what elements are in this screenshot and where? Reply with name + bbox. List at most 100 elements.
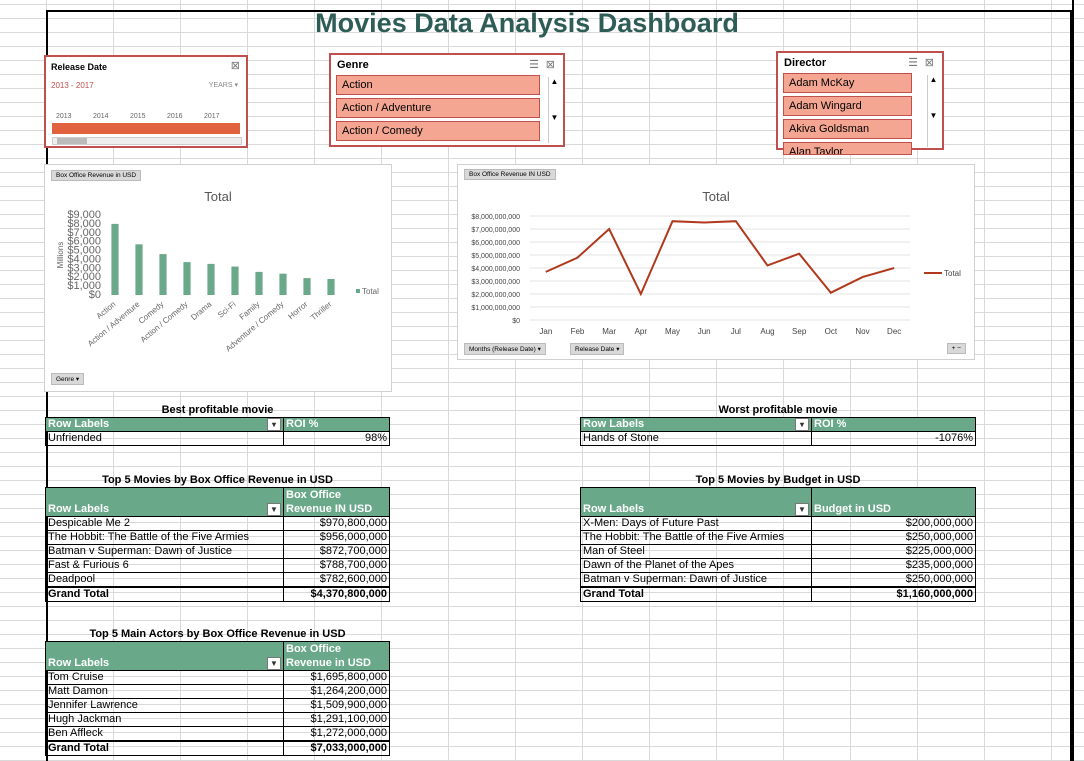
x-tick-label: Drama	[189, 299, 214, 322]
table-row[interactable]: X-Men: Days of Future Past $200,000,000	[580, 516, 976, 531]
y-tick-label: $2,000,000,000	[471, 292, 520, 299]
x-tick-label: Thriller	[309, 299, 334, 322]
y-tick-label: $3,000,000,000	[471, 279, 520, 286]
sort-icon[interactable]: ▾	[267, 418, 281, 431]
cell: $956,000,000	[283, 530, 390, 545]
col-header: ROI %	[283, 417, 390, 432]
time-level-dropdown[interactable]: YEARS ▾	[209, 81, 238, 89]
genre-item[interactable]: Action	[336, 75, 540, 95]
bar	[159, 254, 167, 295]
director-slicer[interactable]: Director ☰ ⊠ Adam McKay Adam Wingard Aki…	[776, 51, 944, 155]
director-item[interactable]: Adam McKay	[783, 73, 912, 93]
table-row[interactable]: Matt Damon $1,264,200,000	[45, 684, 390, 699]
x-tick-label: Dec	[887, 327, 901, 336]
table-row[interactable]: Man of Steel $225,000,000	[580, 544, 976, 559]
genre-item[interactable]: Action / Comedy	[336, 121, 540, 141]
genre-item[interactable]: Action / Adventure	[336, 98, 540, 118]
cell: X-Men: Days of Future Past	[580, 516, 812, 531]
timeline-years: 2013 2014 2015 2016 2017	[56, 113, 236, 123]
timeline-bar[interactable]	[52, 123, 240, 134]
cell: $1,509,900,000	[283, 698, 390, 713]
x-tick-label: Apr	[635, 327, 648, 336]
worst-movie-pivot[interactable]: Row Labels ▾ ROI % Hands of Stone -1076%	[580, 417, 976, 446]
timeline-year[interactable]: 2017	[204, 113, 220, 120]
top-budget-pivot[interactable]: Row Labels ▼ Budget in USD X-Men: Days of …	[580, 487, 976, 602]
cell: Matt Damon	[45, 684, 284, 699]
line-chart-plot: $8,000,000,000 $7,000,000,000 $6,000,000,0…	[471, 214, 961, 336]
bar	[207, 263, 215, 295]
clear-filter-icon[interactable]: ⊠	[546, 58, 555, 71]
y-tick-label: $4,000,000,000	[471, 266, 520, 273]
table-row[interactable]: Deadpool $782,600,000	[45, 572, 390, 588]
timeline-year[interactable]: 2013	[56, 113, 72, 120]
dashboard-title: Movies Data Analysis Dashboard	[315, 8, 739, 38]
cell: $1,291,100,000	[283, 712, 390, 727]
cell: The Hobbit: The Battle of the Five Armie…	[580, 530, 812, 545]
clear-filter-icon[interactable]: ⊠	[231, 59, 240, 72]
x-tick-label: Sep	[792, 327, 807, 336]
top-budget-title: Top 5 Movies by Budget in USD	[695, 474, 861, 486]
sort-icon[interactable]: ▾	[795, 418, 809, 431]
top-actors-pivot[interactable]: Row Labels ▼ Box Office Revenue in USD Tom …	[45, 641, 390, 756]
col-header: Row Labels	[583, 418, 645, 430]
filter-icon[interactable]: ▼	[795, 503, 809, 516]
series-line	[545, 220, 895, 297]
cell: $872,700,000	[283, 544, 390, 559]
release-date-slicer[interactable]: Release Date ⊠ 2013 - 2017 YEARS ▾ 2013 2…	[44, 55, 248, 148]
cell: 98%	[283, 431, 390, 446]
table-row[interactable]: Fast & Furious 6 $788,700,000	[45, 558, 390, 573]
x-tick-label: Oct	[825, 327, 838, 336]
cell: $1,272,000,000	[283, 726, 390, 742]
cell: The Hobbit: The Battle of the Five Armie…	[45, 530, 284, 545]
table-row[interactable]: Jennifer Lawrence $1,509,900,000	[45, 698, 390, 713]
multi-select-icon[interactable]: ☰	[529, 58, 539, 71]
timeline-year[interactable]: 2014	[93, 113, 109, 120]
table-row[interactable]: Batman v Superman: Dawn of Justice $872,7…	[45, 544, 390, 559]
multi-select-icon[interactable]: ☰	[908, 56, 918, 69]
x-tick-label: Mar	[602, 327, 616, 336]
sheet-border	[1072, 0, 1074, 761]
filter-icon[interactable]: ▼	[267, 657, 281, 670]
release-slicer-header: Release Date	[51, 62, 108, 72]
bar	[327, 279, 335, 295]
col-header: Box Office	[286, 643, 342, 655]
cell: Grand Total	[580, 586, 812, 602]
grand-total-row: Grand Total $7,033,000,000	[45, 740, 390, 756]
monthly-revenue-chart[interactable]: Box Office Revenue IN USD Total Months (…	[457, 164, 975, 360]
clear-filter-icon[interactable]: ⊠	[925, 56, 934, 69]
table-row[interactable]: The Hobbit: The Battle of the Five Armie…	[45, 530, 390, 545]
cell: $1,264,200,000	[283, 684, 390, 699]
y-tick-label: $8,000,000,000	[471, 214, 520, 221]
director-scrollbar[interactable]: ▲ ▼	[927, 75, 939, 147]
table-row[interactable]: The Hobbit: The Battle of the Five Armie…	[580, 530, 976, 545]
filter-icon[interactable]: ▼	[267, 503, 281, 516]
cell: Grand Total	[45, 740, 284, 756]
y-tick-label: $0	[89, 289, 101, 301]
director-item[interactable]: Alan Taylor	[783, 142, 912, 155]
top-actors-title: Top 5 Main Actors by Box Office Revenue …	[89, 628, 346, 640]
table-row[interactable]: Ben Affleck $1,272,000,000	[45, 726, 390, 742]
table-row[interactable]: Hugh Jackman $1,291,100,000	[45, 712, 390, 727]
top-revenue-pivot[interactable]: Row Labels ▼ Box Office Revenue IN USD Desp…	[45, 487, 390, 602]
director-item[interactable]: Adam Wingard	[783, 96, 912, 116]
timeline-year[interactable]: 2015	[130, 113, 146, 120]
legend-label: Total	[362, 287, 379, 296]
legend-swatch	[356, 289, 360, 293]
best-movie-pivot[interactable]: Row Labels ▾ ROI % Unfriended 98%	[45, 417, 390, 446]
genre-slicer[interactable]: Genre ☰ ⊠ Action Action / Adventure Acti…	[329, 53, 565, 147]
timeline-year[interactable]: 2016	[167, 113, 183, 120]
cell: $200,000,000	[811, 516, 976, 531]
genre-revenue-chart[interactable]: Box Office Revenue in USD Total Genre ▾ …	[44, 164, 392, 392]
y-tick-label: $6,000,000,000	[471, 240, 520, 247]
table-row[interactable]: Tom Cruise $1,695,800,000	[45, 670, 390, 685]
timeline-scrollbar[interactable]	[52, 137, 242, 145]
table-row[interactable]: Despicable Me 2 $970,800,000	[45, 516, 390, 531]
cell: -1076%	[811, 431, 976, 446]
table-row[interactable]: Dawn of the Planet of the Apes $235,000,0…	[580, 558, 976, 573]
genre-scrollbar[interactable]: ▲ ▼	[548, 77, 560, 143]
cell: $225,000,000	[811, 544, 976, 559]
table-row[interactable]: Batman v Superman: Dawn of Justice $250,0…	[580, 572, 976, 588]
cell: Hands of Stone	[580, 431, 812, 446]
director-item[interactable]: Akiva Goldsman	[783, 119, 912, 139]
x-tick-label: Sci-Fi	[216, 300, 238, 320]
